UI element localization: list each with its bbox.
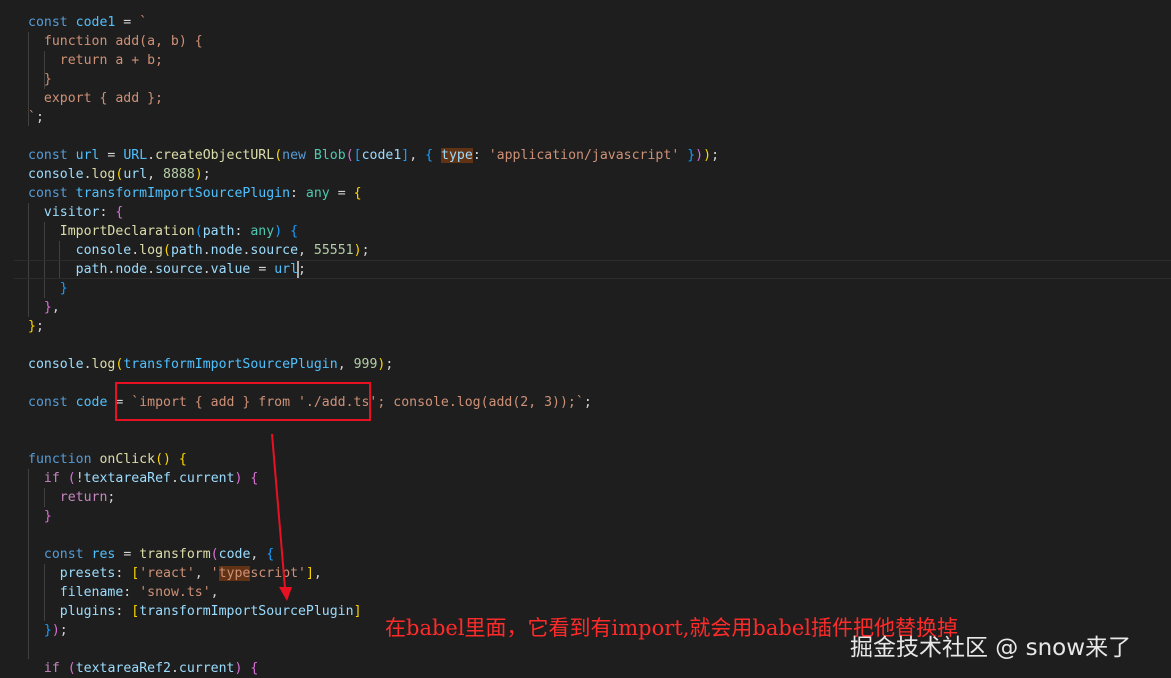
watermark: 掘金技术社区 @ snow来了 xyxy=(850,635,1132,661)
annotation-arrow xyxy=(271,433,292,601)
